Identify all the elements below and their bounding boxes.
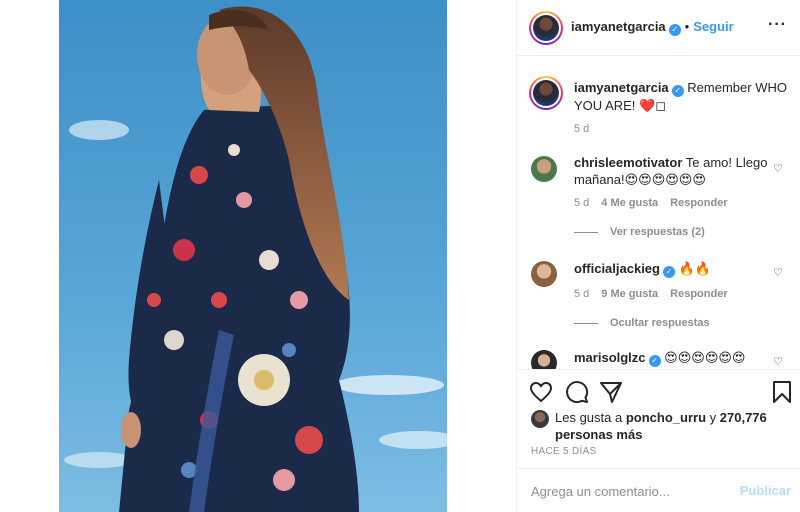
caption-avatar[interactable] bbox=[529, 76, 563, 110]
comment-text-block: officialjackieg ✓ 🔥🔥 bbox=[574, 260, 770, 278]
follow-button[interactable]: Seguir bbox=[693, 19, 733, 34]
comment-username[interactable]: chrisleemotivator bbox=[574, 155, 682, 170]
comment-likes[interactable]: 4 Me gusta bbox=[601, 197, 658, 209]
view-replies-label: Ver respuestas (2) bbox=[610, 226, 705, 238]
like-heart-icon[interactable] bbox=[529, 380, 553, 404]
comments-list[interactable]: iamyanetgarcia ✓ Remember WHO YOU ARE! ❤️… bbox=[517, 57, 800, 369]
comment-avatar[interactable] bbox=[531, 350, 557, 369]
reply-button[interactable]: Responder bbox=[670, 288, 727, 300]
likes-summary: Les gusta a poncho_urru y 270,776 person… bbox=[517, 408, 800, 444]
save-bookmark-icon[interactable] bbox=[770, 380, 794, 404]
comment-meta: 5 d 4 Me gusta Responder bbox=[574, 197, 728, 209]
liker-avatar[interactable] bbox=[531, 410, 549, 428]
reply-button[interactable]: Responder bbox=[670, 197, 727, 209]
caption-text-block: iamyanetgarcia ✓ Remember WHO YOU ARE! ❤️… bbox=[574, 79, 789, 114]
comment-avatar[interactable] bbox=[531, 261, 557, 287]
likes-prefix: Les gusta a bbox=[555, 410, 623, 425]
verified-badge-icon: ✓ bbox=[668, 24, 681, 36]
verified-badge-icon: ✓ bbox=[671, 85, 684, 97]
comment-time[interactable]: 5 d bbox=[574, 288, 589, 300]
post-header: iamyanetgarcia ✓ • Seguir ··· bbox=[517, 0, 800, 56]
comment-text: 🔥🔥 bbox=[678, 261, 711, 276]
post-time-ago[interactable]: HACE 5 DÍAS bbox=[531, 446, 597, 457]
likes-connector: y bbox=[709, 410, 717, 425]
caption-username[interactable]: iamyanetgarcia bbox=[574, 80, 669, 95]
separator-dot: • bbox=[684, 19, 690, 34]
share-paper-plane-icon[interactable] bbox=[599, 380, 623, 404]
post-side-panel: iamyanetgarcia ✓ • Seguir ··· iamyanetgarci… bbox=[516, 0, 800, 512]
comment-bubble-icon[interactable] bbox=[565, 380, 589, 404]
like-comment-heart-icon[interactable]: ♡ bbox=[773, 266, 783, 279]
comment-username[interactable]: officialjackieg bbox=[574, 261, 660, 276]
comment-input[interactable] bbox=[531, 481, 731, 501]
comment-meta: 5 d 9 Me gusta Responder bbox=[574, 288, 728, 300]
comment-text-block: marisolglzc ✓ 😍😍😍😍😍😍 bbox=[574, 349, 770, 367]
divider-line bbox=[574, 231, 598, 233]
likes-text: Les gusta a poncho_urru y 270,776 person… bbox=[555, 409, 795, 443]
author-username[interactable]: iamyanetgarcia bbox=[571, 19, 666, 34]
post-photo[interactable] bbox=[59, 0, 447, 512]
add-comment-form: Publicar bbox=[517, 468, 800, 512]
divider-line bbox=[574, 322, 598, 324]
view-replies-button[interactable]: Ver respuestas (2) bbox=[574, 226, 705, 238]
post-photo-illustration bbox=[59, 0, 447, 512]
like-comment-heart-icon[interactable]: ♡ bbox=[773, 355, 783, 368]
caption-time[interactable]: 5 d bbox=[574, 123, 589, 135]
liker-username[interactable]: poncho_urru bbox=[626, 410, 706, 425]
more-horizontal-icon[interactable]: ··· bbox=[768, 16, 787, 34]
comment-likes[interactable]: 9 Me gusta bbox=[601, 288, 658, 300]
comment-text: 😍😍😍😍😍😍 bbox=[664, 350, 746, 365]
comment-text-block: chrisleemotivator Te amo! Llego mañana!😍… bbox=[574, 154, 770, 188]
comment-avatar[interactable] bbox=[531, 156, 557, 182]
author-avatar[interactable] bbox=[529, 11, 563, 45]
publish-button[interactable]: Publicar bbox=[740, 483, 791, 498]
like-comment-heart-icon[interactable]: ♡ bbox=[773, 162, 783, 175]
author-line: iamyanetgarcia ✓ • Seguir bbox=[571, 19, 734, 36]
verified-badge-icon: ✓ bbox=[662, 266, 675, 278]
hide-replies-label: Ocultar respuestas bbox=[610, 317, 710, 329]
action-bar bbox=[517, 369, 800, 409]
comment-time[interactable]: 5 d bbox=[574, 197, 589, 209]
verified-badge-icon: ✓ bbox=[648, 355, 661, 367]
hide-replies-button[interactable]: Ocultar respuestas bbox=[574, 317, 710, 329]
comment-username[interactable]: marisolglzc bbox=[574, 350, 646, 365]
post-media-area bbox=[0, 0, 516, 512]
